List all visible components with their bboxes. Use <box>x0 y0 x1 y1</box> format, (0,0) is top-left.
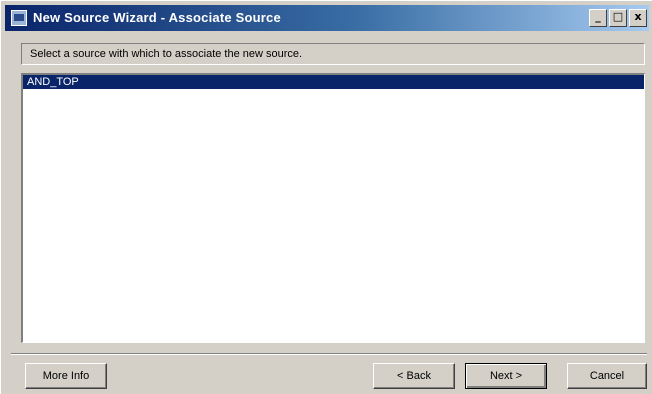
window-controls: _ □ x <box>589 9 647 27</box>
window-title: New Source Wizard - Associate Source <box>33 10 281 25</box>
instruction-text: Select a source with which to associate … <box>21 43 645 65</box>
back-button[interactable]: < Back <box>373 363 455 389</box>
title-bar[interactable]: New Source Wizard - Associate Source _ □… <box>5 5 649 31</box>
source-listbox[interactable]: AND_TOP <box>21 73 645 343</box>
more-info-button[interactable]: More Info <box>25 363 107 389</box>
maximize-button[interactable]: □ <box>609 9 627 27</box>
close-button[interactable]: x <box>629 9 647 27</box>
list-item-and-top[interactable]: AND_TOP <box>23 75 644 89</box>
minimize-button[interactable]: _ <box>589 9 607 27</box>
wizard-window: New Source Wizard - Associate Source _ □… <box>0 0 652 394</box>
divider <box>11 353 647 355</box>
app-icon <box>11 10 27 26</box>
next-button[interactable]: Next > <box>465 363 547 389</box>
cancel-button[interactable]: Cancel <box>567 363 647 389</box>
